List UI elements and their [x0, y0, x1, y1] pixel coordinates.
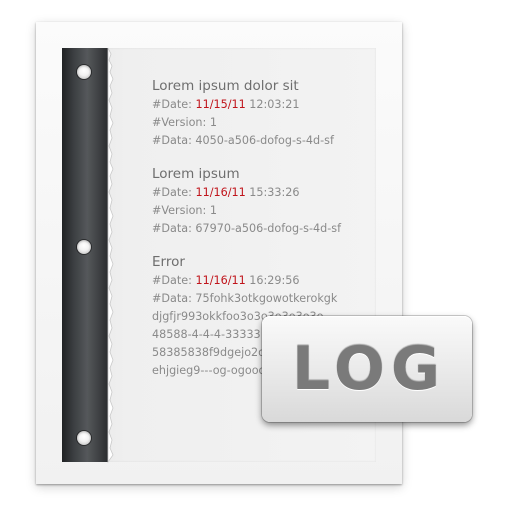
torn-paper-edge — [107, 47, 114, 464]
entry-date: #Date: 11/16/11 16:29:56 — [152, 274, 300, 287]
badge-label: LOG — [291, 334, 447, 404]
entry-title: Lorem ipsum — [152, 166, 240, 182]
log-badge: LOG — [262, 316, 472, 422]
entry-version: #Version: 1 — [152, 204, 217, 217]
entry-title: Lorem ipsum dolor sit — [152, 78, 299, 94]
log-entry: Lorem ipsum #Date: 11/16/11 15:33:26 #Ve… — [152, 164, 382, 238]
punch-hole-middle — [77, 240, 91, 254]
date-value: 11/15/11 — [195, 98, 246, 111]
entry-data: #Data: 75fohk3otkgowotkerokgk — [152, 292, 338, 305]
punch-hole-top — [77, 65, 91, 79]
date-value: 11/16/11 — [195, 186, 246, 199]
punch-hole-bottom — [77, 431, 91, 445]
entry-data: #Data: 67970-a506-dofog-s-4d-sf — [152, 222, 342, 235]
entry-date: #Date: 11/15/11 12:03:21 — [152, 98, 300, 111]
entry-title: Error — [152, 254, 185, 270]
log-entry: Lorem ipsum dolor sit #Date: 11/15/11 12… — [152, 76, 382, 150]
entry-date: #Date: 11/16/11 15:33:26 — [152, 186, 300, 199]
entry-data: #Data: 4050-a506-dofog-s-4d-sf — [152, 134, 334, 147]
entry-version: #Version: 1 — [152, 116, 217, 129]
binding-strip — [62, 48, 108, 462]
date-value: 11/16/11 — [195, 274, 246, 287]
